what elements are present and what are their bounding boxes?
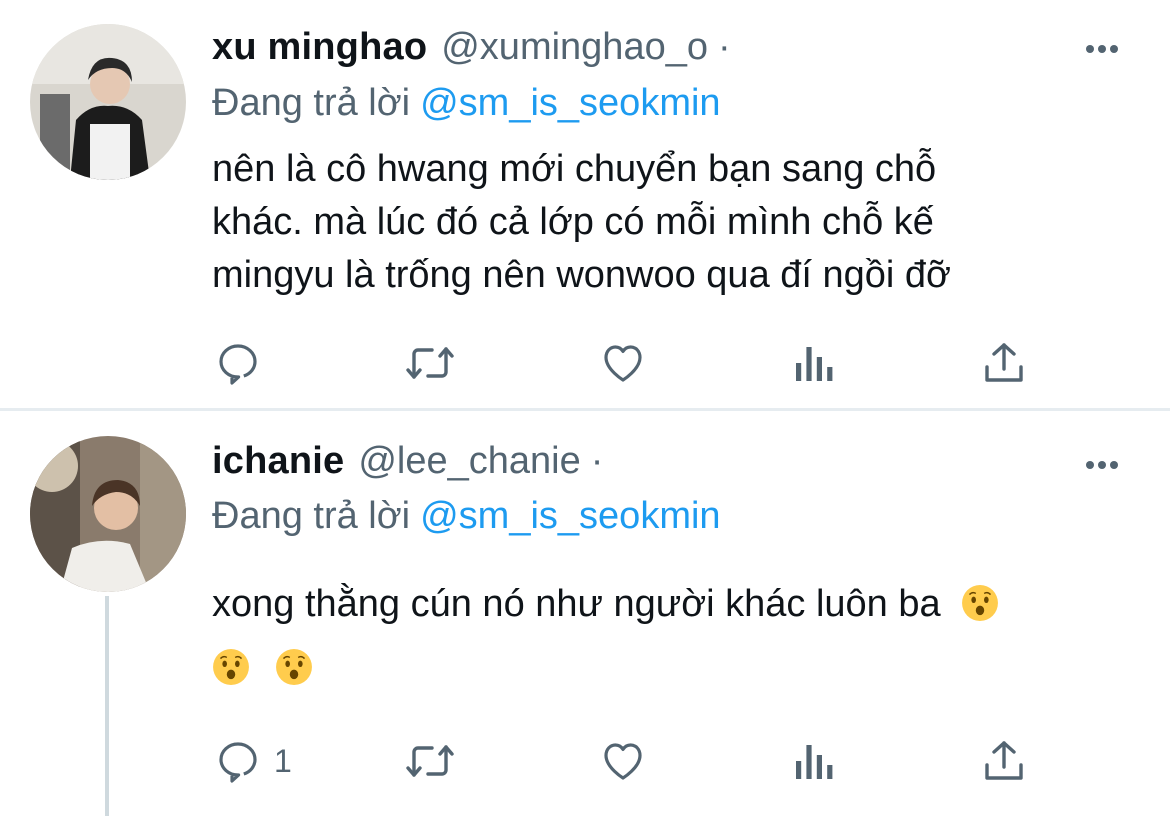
reply-count: 1 (274, 742, 292, 779)
hushed-face-emoji (962, 585, 999, 621)
tweet-header: ichanie @lee_chanie · (212, 440, 603, 490)
tweet-divider (0, 408, 1170, 411)
analytics-icon (796, 745, 833, 779)
reply-button[interactable]: 1 (214, 736, 292, 786)
user-handle[interactable]: @lee_chanie (358, 440, 580, 483)
tweet-text-line: khác. mà lúc đó cả lớp có mỗi mình chỗ k… (212, 201, 934, 243)
tweet-header: xu minghao @xuminghao_o · (212, 26, 731, 76)
analytics-icon (796, 347, 833, 381)
separator-dot: · (590, 440, 604, 482)
mention-link[interactable]: @sm_is_seokmin (420, 495, 720, 537)
more-options-icon[interactable] (1086, 461, 1118, 469)
separator-dot: · (717, 26, 731, 68)
retweet-button[interactable] (404, 736, 456, 786)
replying-to: Đang trả lời @sm_is_seokmin (212, 495, 721, 538)
share-icon (985, 741, 1023, 780)
heart-icon (604, 743, 642, 780)
tweet-text: xong thằng cún nó như người khác luôn ba (212, 572, 1122, 700)
reply-icon (219, 742, 257, 783)
share-button[interactable] (982, 338, 1026, 388)
thread-line (105, 596, 109, 816)
display-name[interactable]: ichanie (212, 440, 344, 483)
share-icon (985, 343, 1023, 382)
heart-icon (604, 345, 642, 382)
reply-button[interactable] (214, 338, 274, 388)
hushed-face-emoji (275, 649, 312, 685)
retweet-icon (406, 347, 454, 379)
more-options-icon[interactable] (1086, 45, 1118, 53)
tweet-text-line: mingyu là trống nên wonwoo qua đí ngồi đ… (212, 254, 951, 296)
tweet-text-content: xong thằng cún nó như người khác luôn ba (212, 583, 941, 625)
replying-prefix: Đang trả lời (212, 495, 411, 537)
replying-prefix: Đang trả lời (212, 82, 411, 124)
reply-icon (219, 344, 257, 385)
user-handle[interactable]: @xuminghao_o (441, 26, 708, 69)
avatar-xuminghao[interactable] (30, 24, 186, 180)
retweet-icon (406, 745, 454, 777)
tweet-xuminghao[interactable]: xu minghao @xuminghao_o · Đang trả lời @s… (0, 0, 1170, 410)
tweet-text: nên là cô hwang mới chuyển bạn sang chỗ … (212, 143, 1132, 302)
mention-link[interactable]: @sm_is_seokmin (420, 82, 720, 124)
display-name[interactable]: xu minghao (212, 26, 427, 69)
share-button[interactable] (982, 736, 1026, 786)
action-bar (212, 338, 1042, 388)
avatar-ichanie[interactable] (30, 436, 186, 592)
action-bar: 1 (212, 736, 1042, 786)
retweet-button[interactable] (404, 338, 456, 388)
view-count-button[interactable] (792, 338, 836, 388)
replying-to: Đang trả lời @sm_is_seokmin (212, 82, 721, 125)
like-button[interactable] (598, 338, 648, 388)
tweet-text-line: nên là cô hwang mới chuyển bạn sang chỗ (212, 148, 937, 190)
hushed-face-emoji (213, 649, 249, 685)
view-count-button[interactable] (792, 736, 836, 786)
like-button[interactable] (598, 736, 648, 786)
